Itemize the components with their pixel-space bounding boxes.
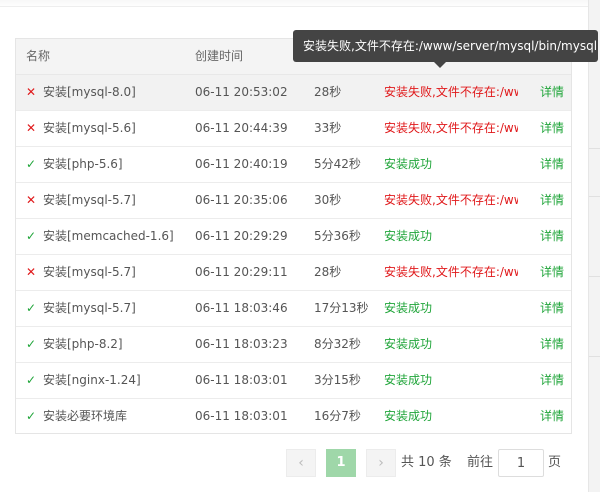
task-name: ✓ 安装必要环境库 bbox=[26, 399, 128, 433]
table-row: ✕ 安装[mysql-5.7] 06-11 20:29:11 28秒 安装失败,文件不存… bbox=[16, 255, 571, 291]
prev-page-button[interactable]: ‹ bbox=[286, 449, 316, 477]
total-count: 共 10 条 bbox=[401, 455, 452, 470]
task-name: ✓ 安装[php-5.6] bbox=[26, 147, 123, 182]
task-result: 安装失败,文件不存在:/www/server/mysql/bin/mysql bbox=[384, 193, 518, 207]
table-row: ✓ 安装[mysql-5.7] 06-11 18:03:46 17分13秒 安装成功 详情 bbox=[16, 291, 571, 327]
task-created-time: 06-11 20:29:29 bbox=[195, 229, 288, 243]
check-icon: ✓ bbox=[26, 157, 37, 171]
task-created-time: 06-11 20:35:06 bbox=[195, 193, 288, 207]
check-icon: ✓ bbox=[26, 409, 37, 423]
details-link[interactable]: 详情 bbox=[540, 327, 564, 362]
details-link[interactable]: 详情 bbox=[540, 291, 564, 326]
details-link[interactable]: 详情 bbox=[540, 219, 564, 254]
task-name-label: 安装[nginx-1.24] bbox=[43, 373, 141, 387]
task-duration: 17分13秒 bbox=[314, 301, 369, 315]
task-name-label: 安装[memcached-1.6] bbox=[43, 229, 174, 243]
cross-icon: ✕ bbox=[26, 121, 37, 135]
chevron-right-icon: › bbox=[378, 455, 384, 471]
task-duration: 28秒 bbox=[314, 265, 342, 279]
right-edge-panel bbox=[588, 0, 600, 492]
task-name-label: 安装[mysql-5.6] bbox=[43, 121, 136, 135]
table-row: ✕ 安装[mysql-5.6] 06-11 20:44:39 33秒 安装失败,文件不存… bbox=[16, 111, 571, 147]
task-result: 安装成功 bbox=[384, 301, 433, 315]
task-name-label: 安装[mysql-8.0] bbox=[43, 85, 136, 99]
task-result: 安装成功 bbox=[384, 409, 433, 423]
task-name: ✓ 安装[nginx-1.24] bbox=[26, 363, 141, 398]
chevron-left-icon: ‹ bbox=[298, 455, 304, 471]
table-row: ✕ 安装[mysql-8.0] 06-11 20:53:02 28秒 安装失败,文件不存… bbox=[16, 75, 571, 111]
task-table: 名称 创建时间 ✕ 安装[mysql-8.0] 06-11 20:53:02 28秒安… bbox=[15, 38, 572, 434]
table-row: ✓ 安装[nginx-1.24] 06-11 18:03:01 3分15秒 安装成功 详情 bbox=[16, 363, 571, 399]
col-created-header: 创建时间 bbox=[195, 49, 244, 63]
task-name-label: 安装必要环境库 bbox=[43, 409, 128, 423]
table-row: ✓ 安装[memcached-1.6] 06-11 20:29:29 5分36秒 安装成… bbox=[16, 219, 571, 255]
details-link[interactable]: 详情 bbox=[540, 399, 564, 433]
tooltip-arrow bbox=[434, 62, 446, 68]
details-link[interactable]: 详情 bbox=[540, 75, 564, 110]
task-duration: 28秒 bbox=[314, 85, 342, 99]
table-row: ✓ 安装[php-8.2] 06-11 18:03:23 8分32秒 安装成功 详情 bbox=[16, 327, 571, 363]
cross-icon: ✕ bbox=[26, 265, 37, 279]
result-tooltip: 安装失败,文件不存在:/www/server/mysql/bin/mysql bbox=[293, 30, 598, 62]
task-created-time: 06-11 18:03:01 bbox=[195, 409, 288, 423]
page-1-button[interactable]: 1 bbox=[326, 449, 356, 477]
task-result: 安装失败,文件不存在:/www/server/mysql/bin/mysql bbox=[384, 121, 518, 135]
task-name: ✕ 安装[mysql-5.7] bbox=[26, 255, 136, 290]
goto-suffix: 页 bbox=[548, 455, 562, 470]
task-duration: 3分15秒 bbox=[314, 373, 361, 387]
table-row: ✓ 安装[php-5.6] 06-11 20:40:19 5分42秒 安装成功 详情 bbox=[16, 147, 571, 183]
task-name: ✓ 安装[memcached-1.6] bbox=[26, 219, 174, 254]
details-link[interactable]: 详情 bbox=[540, 255, 564, 290]
task-created-time: 06-11 20:29:11 bbox=[195, 265, 288, 279]
check-icon: ✓ bbox=[26, 301, 37, 315]
task-name-label: 安装[php-5.6] bbox=[43, 157, 123, 171]
task-result: 安装成功 bbox=[384, 229, 433, 243]
task-result: 安装失败,文件不存在:/www/server/mysql/bin/mysql bbox=[384, 265, 518, 279]
task-name: ✕ 安装[mysql-5.6] bbox=[26, 111, 136, 146]
details-link[interactable]: 详情 bbox=[540, 111, 564, 146]
task-result: 安装成功 bbox=[384, 373, 433, 387]
details-link[interactable]: 详情 bbox=[540, 183, 564, 218]
goto-prefix: 前往 bbox=[467, 455, 494, 470]
check-icon: ✓ bbox=[26, 373, 37, 387]
col-name-header: 名称 bbox=[26, 49, 51, 63]
cross-icon: ✕ bbox=[26, 193, 37, 207]
task-name: ✓ 安装[mysql-5.7] bbox=[26, 291, 136, 326]
details-link[interactable]: 详情 bbox=[540, 363, 564, 398]
check-icon: ✓ bbox=[26, 229, 37, 243]
task-created-time: 06-11 20:44:39 bbox=[195, 121, 288, 135]
task-duration: 5分36秒 bbox=[314, 229, 361, 243]
task-created-time: 06-11 18:03:23 bbox=[195, 337, 288, 351]
task-name-label: 安装[mysql-5.7] bbox=[43, 301, 136, 315]
top-edge bbox=[0, 0, 600, 7]
task-name: ✓ 安装[php-8.2] bbox=[26, 327, 123, 362]
task-result: 安装成功 bbox=[384, 157, 433, 171]
cross-icon: ✕ bbox=[26, 85, 37, 99]
task-duration: 30秒 bbox=[314, 193, 342, 207]
table-row: ✕ 安装[mysql-5.7] 06-11 20:35:06 30秒 安装失败,文件不存… bbox=[16, 183, 571, 219]
details-link[interactable]: 详情 bbox=[540, 147, 564, 182]
table-row: ✓ 安装必要环境库 06-11 18:03:01 16分7秒 安装成功 详情 bbox=[16, 399, 571, 433]
task-result: 安装成功 bbox=[384, 337, 433, 351]
task-duration: 16分7秒 bbox=[314, 409, 361, 423]
task-duration: 33秒 bbox=[314, 121, 342, 135]
task-name-label: 安装[mysql-5.7] bbox=[43, 193, 136, 207]
goto-page-input[interactable] bbox=[498, 449, 544, 477]
next-page-button[interactable]: › bbox=[366, 449, 396, 477]
task-result: 安装失败,文件不存在:/www/server/mysql/bin/mysql bbox=[384, 85, 518, 99]
task-duration: 8分32秒 bbox=[314, 337, 361, 351]
task-duration: 5分42秒 bbox=[314, 157, 361, 171]
task-name-label: 安装[mysql-5.7] bbox=[43, 265, 136, 279]
table-body: ✕ 安装[mysql-8.0] 06-11 20:53:02 28秒 安装失败,文件不存… bbox=[16, 75, 571, 433]
task-created-time: 06-11 20:53:02 bbox=[195, 85, 288, 99]
task-created-time: 06-11 18:03:46 bbox=[195, 301, 288, 315]
task-name: ✕ 安装[mysql-5.7] bbox=[26, 183, 136, 218]
task-name: ✕ 安装[mysql-8.0] bbox=[26, 75, 136, 110]
check-icon: ✓ bbox=[26, 337, 37, 351]
task-created-time: 06-11 18:03:01 bbox=[195, 373, 288, 387]
task-created-time: 06-11 20:40:19 bbox=[195, 157, 288, 171]
task-name-label: 安装[php-8.2] bbox=[43, 337, 123, 351]
